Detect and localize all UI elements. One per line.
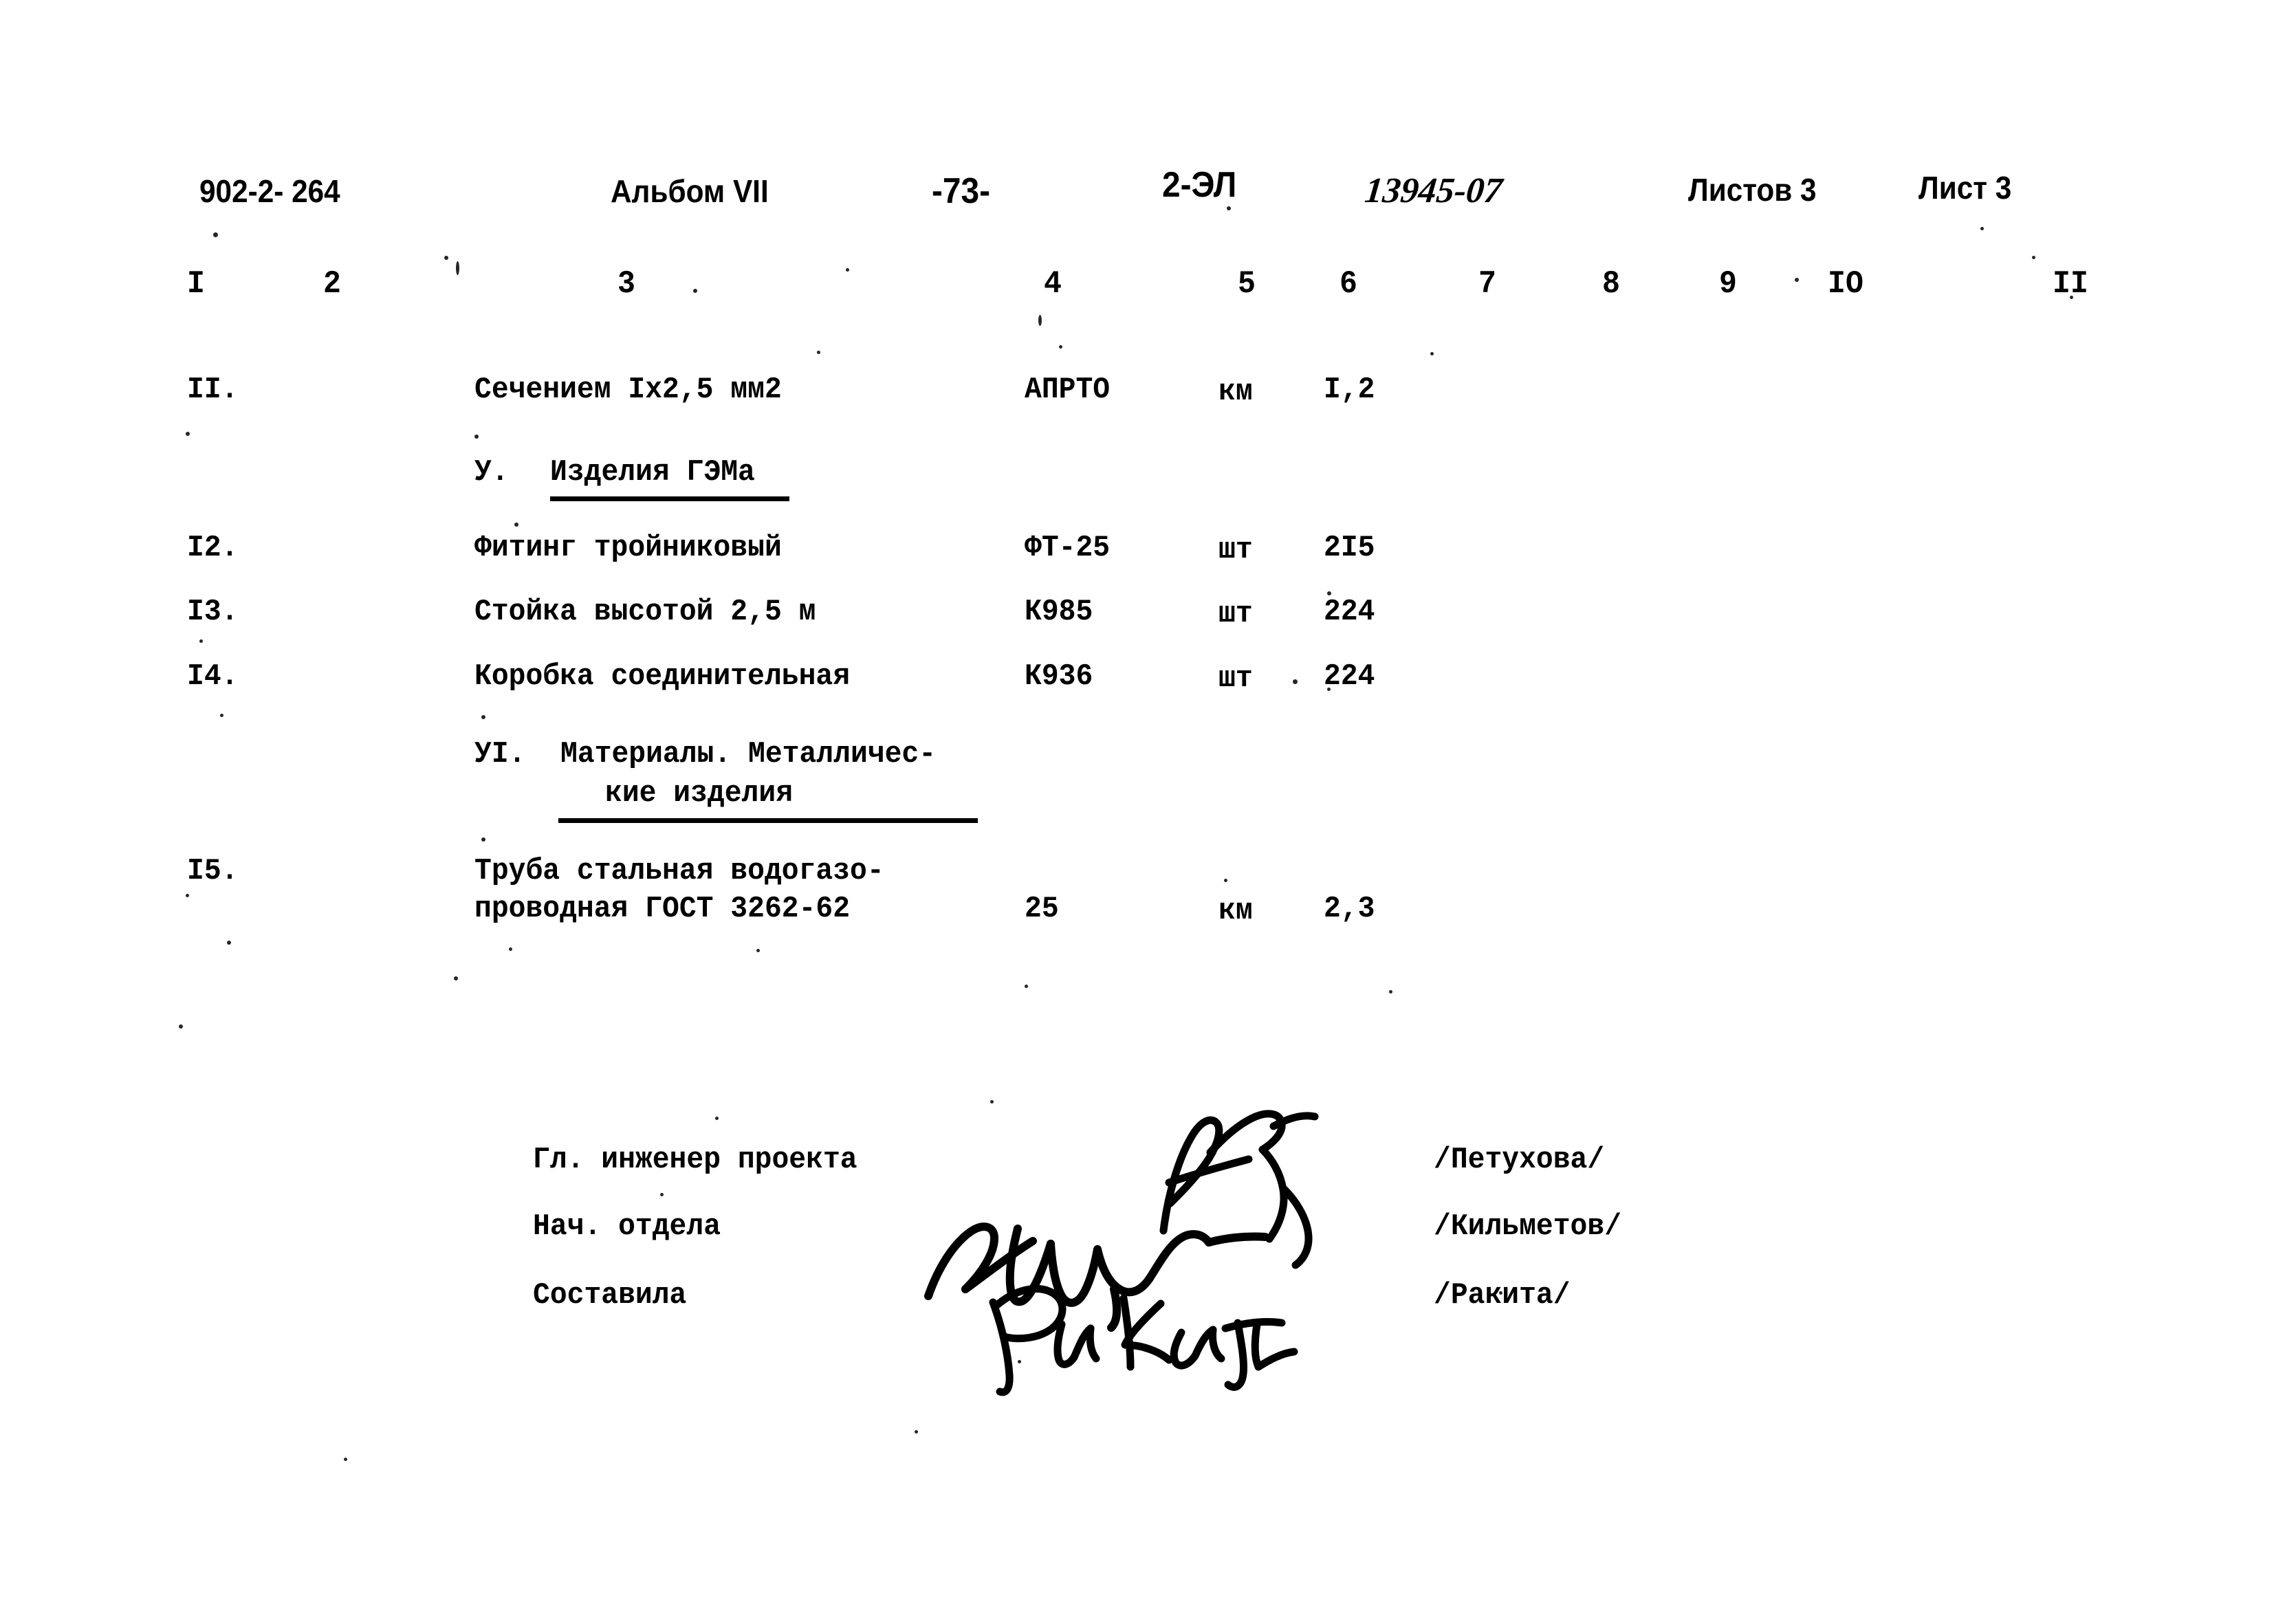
scan-speck xyxy=(179,1024,183,1029)
row-name: Стойка высотой 2,5 м xyxy=(474,595,816,629)
scan-speck xyxy=(1575,1231,1578,1234)
scan-speck xyxy=(990,1100,994,1104)
scan-speck xyxy=(1227,206,1231,210)
scan-speck xyxy=(660,1193,664,1196)
row-qty: I,2 xyxy=(1324,373,1375,407)
section-numeral: УI. xyxy=(474,737,526,771)
scan-speck xyxy=(1327,688,1331,691)
signature-role: Гл. инженер проекта xyxy=(533,1143,857,1177)
sheet-label: Лист 3 xyxy=(1918,170,2012,206)
scan-speck xyxy=(1795,278,1799,282)
handwritten-code: 13945-07 xyxy=(1363,171,1505,210)
row-qty: 224 xyxy=(1324,659,1375,694)
scan-speck xyxy=(344,1458,347,1461)
scan-speck xyxy=(715,1117,719,1120)
section-title: Материалы. Металличес- xyxy=(560,737,937,771)
column-number-6: 6 xyxy=(1340,266,1357,302)
scan-speck xyxy=(1293,679,1298,684)
scan-speck xyxy=(1430,352,1434,355)
scan-speck xyxy=(2032,256,2035,259)
row-qty: 2,3 xyxy=(1324,892,1375,926)
scan-speck xyxy=(756,949,760,952)
scan-speck xyxy=(1389,990,1392,994)
column-number-1: I xyxy=(187,266,205,302)
scan-speck xyxy=(444,256,448,260)
row-number: I3. xyxy=(187,595,239,629)
row-qty: 2I5 xyxy=(1324,531,1375,565)
scan-speck xyxy=(817,351,820,354)
scan-speck xyxy=(227,941,231,945)
scan-speck xyxy=(1038,315,1042,326)
row-name: Сечением Iх2,5 мм2 xyxy=(474,373,782,407)
row-type: К985 xyxy=(1025,595,1093,629)
scan-speck xyxy=(186,432,190,436)
scan-speck xyxy=(474,435,479,439)
series-code: 902-2- 264 xyxy=(199,173,340,209)
scan-speck xyxy=(456,261,459,275)
row-type: АПРТО xyxy=(1025,373,1111,407)
section-title: Изделия ГЭМа xyxy=(550,455,755,490)
album-label: Альбом VII xyxy=(611,173,769,209)
section-title-underline xyxy=(558,818,978,823)
column-number-3: 3 xyxy=(617,266,635,302)
column-number-7: 7 xyxy=(1478,266,1496,302)
row-unit: км xyxy=(1218,894,1253,928)
scan-speck xyxy=(481,837,485,842)
scan-speck xyxy=(509,947,512,951)
scan-speck xyxy=(199,639,203,643)
scan-speck xyxy=(220,714,223,717)
section-title-continued: кие изделия xyxy=(605,776,794,811)
scan-speck xyxy=(213,232,218,237)
scanned-document-page: 902-2- 264 Альбом VII -73- 2-ЭЛ 13945-07… xyxy=(0,0,2274,1624)
row-name: Коробка соединительная xyxy=(474,659,851,694)
scan-speck xyxy=(1327,591,1331,595)
column-number-10: IO xyxy=(1828,266,1863,302)
row-name: Фитинг тройниковый xyxy=(474,531,782,565)
signature-name: /Ракита/ xyxy=(1434,1278,1571,1313)
scan-speck xyxy=(454,976,458,980)
scan-speck xyxy=(915,1430,918,1434)
row-unit: шт xyxy=(1218,597,1253,631)
row-qty: 224 xyxy=(1324,595,1375,629)
row-type: ФТ-25 xyxy=(1025,531,1111,565)
handwritten-signature-rakita xyxy=(976,1265,1348,1403)
row-unit: шт xyxy=(1218,533,1253,567)
row-number: II. xyxy=(187,373,239,407)
sheets-total-label: Листов 3 xyxy=(1688,172,1817,208)
scan-speck xyxy=(514,523,518,527)
scan-speck xyxy=(1018,1360,1021,1363)
signature-name: /Петухова/ xyxy=(1434,1143,1605,1177)
section-numeral: У. xyxy=(474,455,509,490)
signature-name: /Кильметов/ xyxy=(1434,1209,1622,1244)
row-unit: шт xyxy=(1218,661,1253,696)
scan-speck xyxy=(1980,227,1984,230)
column-number-4: 4 xyxy=(1044,266,1062,302)
row-name-continued: проводная ГОСТ 3262-62 xyxy=(474,892,851,926)
section-title-underline xyxy=(550,496,789,501)
column-number-5: 5 xyxy=(1238,266,1256,302)
row-type: К936 xyxy=(1025,659,1093,694)
scan-speck xyxy=(1224,879,1227,882)
column-number-9: 9 xyxy=(1719,266,1737,302)
row-unit: км xyxy=(1218,375,1253,409)
page-number: -73- xyxy=(932,171,991,211)
signature-role: Нач. отдела xyxy=(533,1209,721,1244)
column-number-2: 2 xyxy=(323,266,341,302)
scan-speck xyxy=(846,268,849,272)
scan-speck xyxy=(693,289,697,293)
column-number-8: 8 xyxy=(1602,266,1620,302)
scan-speck xyxy=(1499,1291,1502,1295)
scan-speck xyxy=(2070,296,2073,299)
signature-role: Составила xyxy=(533,1278,687,1313)
row-number: I5. xyxy=(187,854,239,888)
row-number: I2. xyxy=(187,531,239,565)
stamp-code: 2-ЭЛ xyxy=(1162,165,1237,205)
row-number: I4. xyxy=(187,659,239,694)
row-type: 25 xyxy=(1025,892,1059,926)
row-name: Труба стальная водогазо- xyxy=(474,854,884,888)
scan-speck xyxy=(186,894,189,897)
scan-speck xyxy=(1059,345,1062,349)
scan-speck xyxy=(1025,985,1028,988)
scan-speck xyxy=(481,715,485,719)
